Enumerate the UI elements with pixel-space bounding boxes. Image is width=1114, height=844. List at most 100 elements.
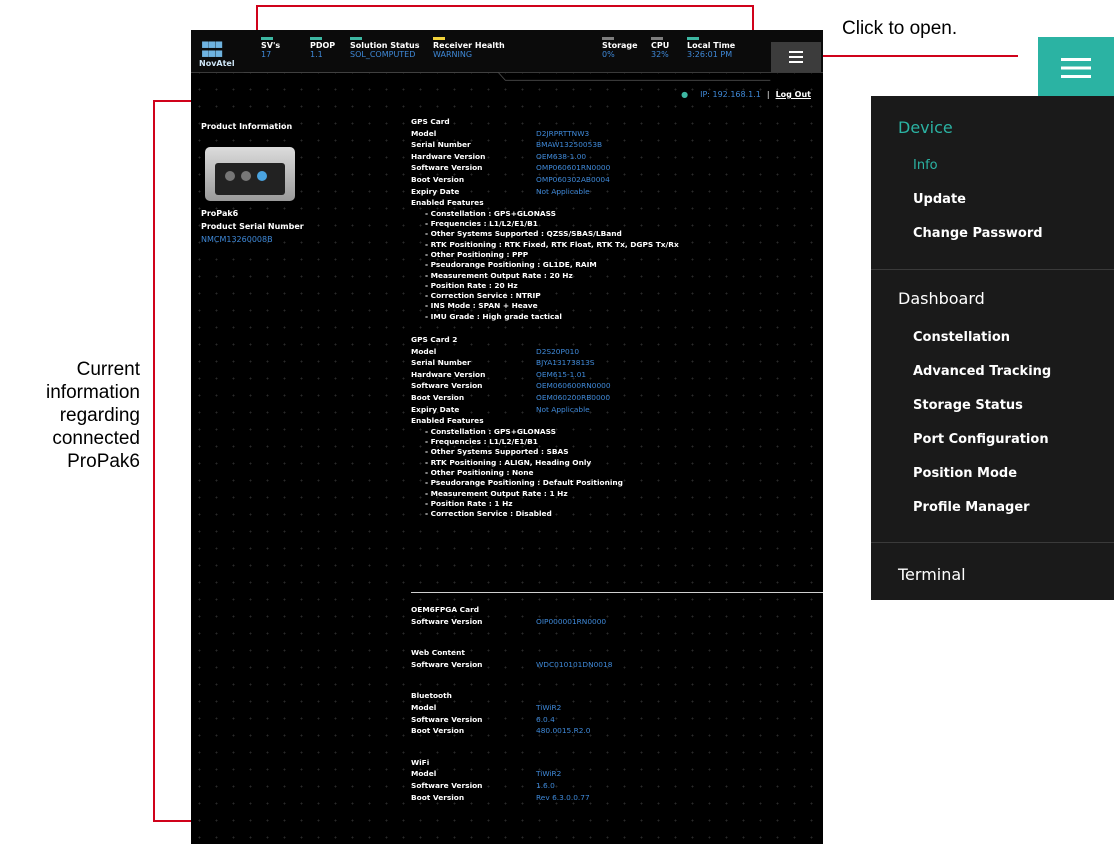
info-value: TiWiR2 [536, 702, 562, 712]
info-key: Model [411, 769, 437, 779]
info-row: Model TiWiR2 [411, 768, 823, 780]
product-info-heading: Product Information [201, 122, 293, 131]
callout-left-top [153, 100, 191, 102]
menu-divider [871, 542, 1114, 543]
info-key: Serial Number [411, 140, 471, 150]
info-row: Boot Version OMP060302AB0004 [411, 174, 823, 186]
stat-svs[interactable]: SV's 17 [261, 37, 280, 59]
gps-card-title: GPS Card [411, 117, 450, 126]
stat-receiver-health[interactable]: Receiver Health WARNING [433, 37, 505, 59]
info-row: Boot Version 480.0015.R2.0 [411, 725, 823, 737]
open-menu-button[interactable] [1038, 37, 1114, 99]
menu-item-port-configuration[interactable]: Port Configuration [913, 432, 1049, 447]
info-key: Hardware Version [411, 369, 486, 379]
wifi-title: WiFi [411, 757, 430, 767]
stat-pdop[interactable]: PDOP 1.1 [310, 37, 335, 59]
hamburger-icon [789, 51, 803, 63]
info-key: Expiry Date [411, 404, 460, 414]
status-bar: ▪▪▪ ▪▪▪ NovAtel SV's 17 PDOP 1.1 Solution S… [191, 30, 823, 73]
menu-button[interactable] [771, 42, 821, 72]
feature-item: Other Positioning : None [411, 468, 823, 478]
stat-cpu[interactable]: CPU 32% [651, 37, 669, 59]
info-value: 1.6.0 [536, 780, 555, 790]
menu-item-position-mode[interactable]: Position Mode [913, 466, 1017, 481]
callout-open-line [822, 55, 1018, 57]
info-row: Hardware Version OEM615-1.01 [411, 369, 823, 381]
info-row: Expiry Date Not Applicable [411, 404, 823, 416]
info-value: Rev 6.3.0.0.77 [536, 792, 590, 802]
feature-item: Measurement Output Rate : 20 Hz [411, 271, 823, 281]
menu-item-change-password[interactable]: Change Password [913, 226, 1043, 241]
product-info: Product Information ProPak6 Product Seri… [201, 122, 381, 244]
info-key: Boot Version [411, 726, 465, 736]
info-value: BJYA13173813S [536, 358, 595, 368]
menu-terminal-header[interactable]: Terminal [898, 565, 966, 584]
menu-device-header[interactable]: Device [898, 118, 953, 137]
feature-item: Correction Service : Disabled [411, 509, 823, 519]
menu-item-storage-status[interactable]: Storage Status [913, 398, 1023, 413]
info-row: Model D2JRPRTTNW3 [411, 128, 823, 140]
propak6-image [201, 141, 301, 203]
info-row: Software Version OMP060601RN0000 [411, 162, 823, 174]
feature-item: Pseudorange Positioning : GL1DE, RAIM [411, 260, 823, 270]
info-key: Software Version [411, 381, 483, 391]
menu-item-info[interactable]: Info [913, 158, 938, 173]
info-key: Model [411, 346, 437, 356]
feature-item: INS Mode : SPAN + Heave [411, 301, 823, 311]
callout-top-left-vertical [256, 5, 258, 32]
info-row: Software Version WDC010101DN0018 [411, 659, 823, 671]
info-row: Expiry Date Not Applicable [411, 186, 823, 198]
section-divider [411, 592, 823, 593]
feature-item: Other Systems Supported : SBAS [411, 447, 823, 457]
feature-item: Correction Service : NTRIP [411, 291, 823, 301]
feature-item: RTK Positioning : RTK Fixed, RTK Float, … [411, 240, 823, 250]
stat-storage[interactable]: Storage 0% [602, 37, 638, 59]
menu-dashboard-header[interactable]: Dashboard [898, 289, 985, 308]
connection-line: ● IP: 192.168.1.1 | Log Out [681, 90, 811, 99]
info-row: Hardware Version OEM638-1.00 [411, 151, 823, 163]
feature-item: Frequencies : L1/L2/E1/B1 [411, 219, 823, 229]
info-key: Boot Version [411, 792, 465, 802]
info-value: BMAW13250053B [536, 140, 603, 150]
info-row: Boot Version Rev 6.3.0.0.77 [411, 792, 823, 804]
info-key: Boot Version [411, 392, 465, 402]
feature-item: Constellation : GPS+GLONASS [411, 209, 823, 219]
info-row: Model TiWiR2 [411, 702, 823, 714]
feature-item: Pseudorange Positioning : Default Positi… [411, 478, 823, 488]
feature-item: Measurement Output Rate : 1 Hz [411, 489, 823, 499]
menu-item-profile-manager[interactable]: Profile Manager [913, 500, 1030, 515]
info-value: OIP000001RN0000 [536, 616, 607, 626]
menu-item-advanced-tracking[interactable]: Advanced Tracking [913, 364, 1051, 379]
current-info-annotation: Current information regarding connected … [46, 359, 140, 472]
info-key: Enabled Features [411, 198, 484, 208]
info-row: Enabled Features [411, 415, 823, 427]
info-row: Software Version OEM060600RN0000 [411, 380, 823, 392]
menu-item-constellation[interactable]: Constellation [913, 330, 1010, 345]
info-value: OEM060600RN0000 [536, 381, 611, 391]
logout-link[interactable]: Log Out [776, 90, 811, 99]
info-value: WDC010101DN0018 [536, 659, 613, 669]
info-key: Software Version [411, 714, 483, 724]
callout-top-horizontal [256, 5, 754, 7]
info-key: Software Version [411, 163, 483, 173]
info-key: Enabled Features [411, 416, 484, 426]
info-key: Serial Number [411, 358, 471, 368]
info-row: Model D2S20P010 [411, 346, 823, 358]
feature-item: Position Rate : 1 Hz [411, 499, 823, 509]
info-value: TiWiR2 [536, 769, 562, 779]
product-name: ProPak6 [201, 209, 239, 218]
feature-item: Position Rate : 20 Hz [411, 281, 823, 291]
info-key: Hardware Version [411, 151, 486, 161]
feature-item: RTK Positioning : ALIGN, Heading Only [411, 458, 823, 468]
info-row: Software Version 1.6.0 [411, 780, 823, 792]
hamburger-icon [1061, 58, 1091, 78]
callout-left-vertical [153, 100, 155, 822]
info-value: Not Applicable [536, 404, 590, 414]
stat-solution-status[interactable]: Solution Status SOL_COMPUTED [350, 37, 420, 59]
info-value: OEM060200RB0000 [536, 392, 611, 402]
stat-local-time[interactable]: Local Time 3:26:01 PM [687, 37, 735, 59]
menu-item-update[interactable]: Update [913, 192, 966, 207]
info-value: D2S20P010 [536, 346, 580, 356]
feature-item: IMU Grade : High grade tactical [411, 312, 823, 322]
info-key: Software Version [411, 616, 483, 626]
